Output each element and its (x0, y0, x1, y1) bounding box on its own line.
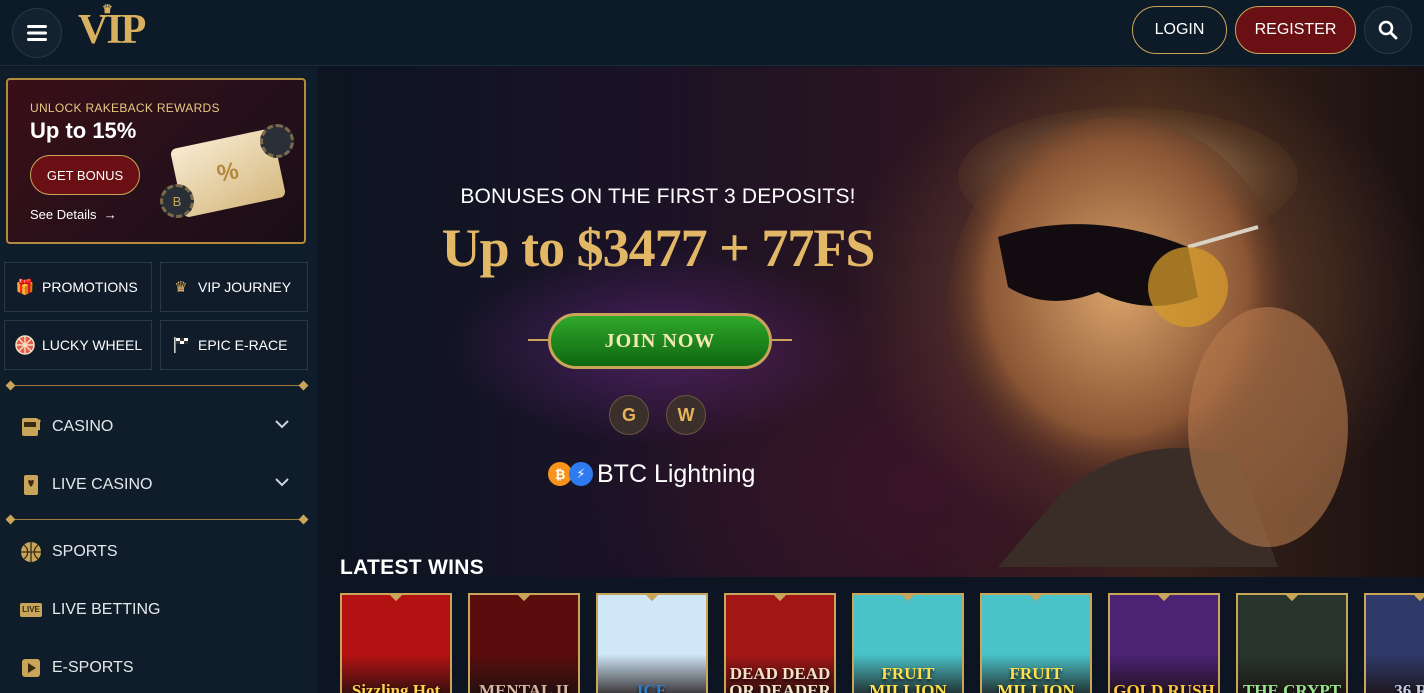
chevron-down-icon[interactable] (274, 477, 290, 487)
game-tile[interactable]: MENTAL II (468, 593, 580, 693)
arrow-right-icon: → (100, 207, 117, 222)
divider (5, 380, 309, 391)
game-title: FRUIT MILLION (997, 664, 1075, 693)
ornament-left (528, 339, 548, 341)
nav-item-sports[interactable]: SPORTS (20, 532, 300, 572)
divider (5, 514, 309, 525)
quick-link-label: EPIC E-RACE (198, 337, 288, 353)
promo-headline: Up to 15% (30, 118, 137, 143)
nav-item-label: E-SPORTS (52, 659, 134, 676)
crown-icon: ♛ (102, 2, 113, 16)
bitcoin-chip-icon: B (160, 184, 194, 218)
btc-lightning-badge: ₿ ⚡ BTC Lightning (548, 459, 755, 489)
latest-wins-heading: LATEST WINS (340, 556, 485, 579)
see-details-label: See Details (30, 207, 97, 222)
quick-link-vip-journey[interactable]: ♛ VIP JOURNEY (160, 262, 308, 312)
live-icon: LIVE (20, 599, 42, 621)
lightning-icon: ⚡ (569, 462, 593, 486)
tile-ornament (772, 595, 788, 602)
hero-subtitle: BONUSES ON THE FIRST 3 DEPOSITS! (460, 185, 856, 208)
hero-banner[interactable]: BONUSES ON THE FIRST 3 DEPOSITS! Up to $… (318, 67, 1424, 577)
register-button[interactable]: REGISTER (1235, 6, 1356, 54)
wheel-icon (15, 335, 35, 355)
chevron-down-icon[interactable] (274, 419, 290, 429)
tile-ornament (644, 595, 660, 602)
game-tile[interactable]: DEAD DEAD OR DEADER (724, 593, 836, 693)
hamburger-icon (27, 25, 47, 41)
nav-item-live-casino[interactable]: LIVE CASINO (20, 465, 300, 505)
quick-link-lucky-wheel[interactable]: LUCKY WHEEL (4, 320, 152, 370)
tile-ornament (1284, 595, 1300, 602)
search-button[interactable] (1364, 6, 1412, 54)
game-title: Sizzling Hot (351, 681, 441, 693)
game-title: MENTAL II (479, 681, 569, 693)
menu-button[interactable] (12, 8, 62, 58)
nav-item-label: LIVE BETTING (52, 601, 161, 618)
ornament-right (772, 339, 792, 341)
game-tile[interactable]: GOLD RUSH (1108, 593, 1220, 693)
rakeback-promo-card[interactable]: UNLOCK RAKEBACK REWARDS Up to 15% GET BO… (6, 78, 306, 244)
tile-ornament (1156, 595, 1172, 602)
quick-link-promotions[interactable]: 🎁 PROMOTIONS (4, 262, 152, 312)
get-bonus-button[interactable]: GET BONUS (30, 155, 140, 195)
play-icon (20, 657, 42, 679)
game-title: GOLD RUSH (1113, 681, 1215, 693)
game-tile[interactable]: ICE (596, 593, 708, 693)
quick-link-label: VIP JOURNEY (198, 279, 292, 295)
tile-ornament (1412, 595, 1424, 602)
quick-link-label: LUCKY WHEEL (42, 337, 143, 353)
game-tile[interactable]: THE CRYPT (1236, 593, 1348, 693)
tile-ornament (388, 595, 404, 602)
nav-item-label: CASINO (52, 418, 114, 435)
main-content: BONUSES ON THE FIRST 3 DEPOSITS! Up to $… (318, 67, 1424, 693)
quick-link-epic-e-race[interactable]: EPIC E-RACE (160, 320, 308, 370)
tile-ornament (1028, 595, 1044, 602)
btc-lightning-label: BTC Lightning (597, 459, 756, 488)
game-tile[interactable]: Sizzling Hot (340, 593, 452, 693)
nav-item-label: SPORTS (52, 543, 118, 560)
logo-text: VIP (78, 7, 146, 53)
join-now-button[interactable]: JOIN NOW (548, 313, 772, 369)
hero-man-with-sunglasses-image (948, 107, 1348, 567)
see-details-link[interactable]: See Details → (30, 207, 117, 222)
game-title: ICE (636, 681, 668, 693)
card-icon (20, 474, 42, 496)
join-now-wrapper: JOIN NOW (528, 313, 792, 369)
site-logo[interactable]: ♛ VIP (78, 2, 146, 54)
poker-chip-icon (260, 124, 294, 158)
top-header: ♛ VIP LOGIN REGISTER (0, 0, 1424, 66)
login-button[interactable]: LOGIN (1132, 6, 1227, 54)
nav-item-e-sports[interactable]: E-SPORTS (20, 648, 300, 688)
promo-kicker: UNLOCK RAKEBACK REWARDS (30, 101, 220, 115)
basketball-icon (20, 541, 42, 563)
wallet-connect-icon: W (666, 395, 706, 435)
crown-icon: ♛ (174, 279, 188, 296)
flag-icon (171, 335, 191, 355)
nav-item-casino[interactable]: CASINO (20, 407, 300, 447)
game-tile[interactable]: FRUIT MILLION (852, 593, 964, 693)
hero-title: Up to $3477 + 77FS (441, 218, 876, 278)
quick-link-label: PROMOTIONS (42, 279, 138, 295)
tile-ornament (900, 595, 916, 602)
game-title: FRUIT MILLION (869, 664, 947, 693)
search-icon (1378, 20, 1398, 40)
gift-icon: 🎁 (15, 279, 35, 296)
slot-machine-icon (20, 416, 42, 438)
game-tile[interactable]: 36 Rou (1364, 593, 1424, 693)
game-title: THE CRYPT (1242, 681, 1342, 693)
sidebar: UNLOCK RAKEBACK REWARDS Up to 15% GET BO… (0, 67, 318, 693)
game-title: 36 Rou (1394, 681, 1424, 693)
nav-item-live-betting[interactable]: LIVE LIVE BETTING (20, 590, 300, 630)
game-title: DEAD DEAD OR DEADER (729, 664, 831, 693)
nav-item-label: LIVE CASINO (52, 476, 153, 493)
tile-ornament (516, 595, 532, 602)
game-tile[interactable]: FRUIT MILLION (980, 593, 1092, 693)
google-pay-icon: G (609, 395, 649, 435)
